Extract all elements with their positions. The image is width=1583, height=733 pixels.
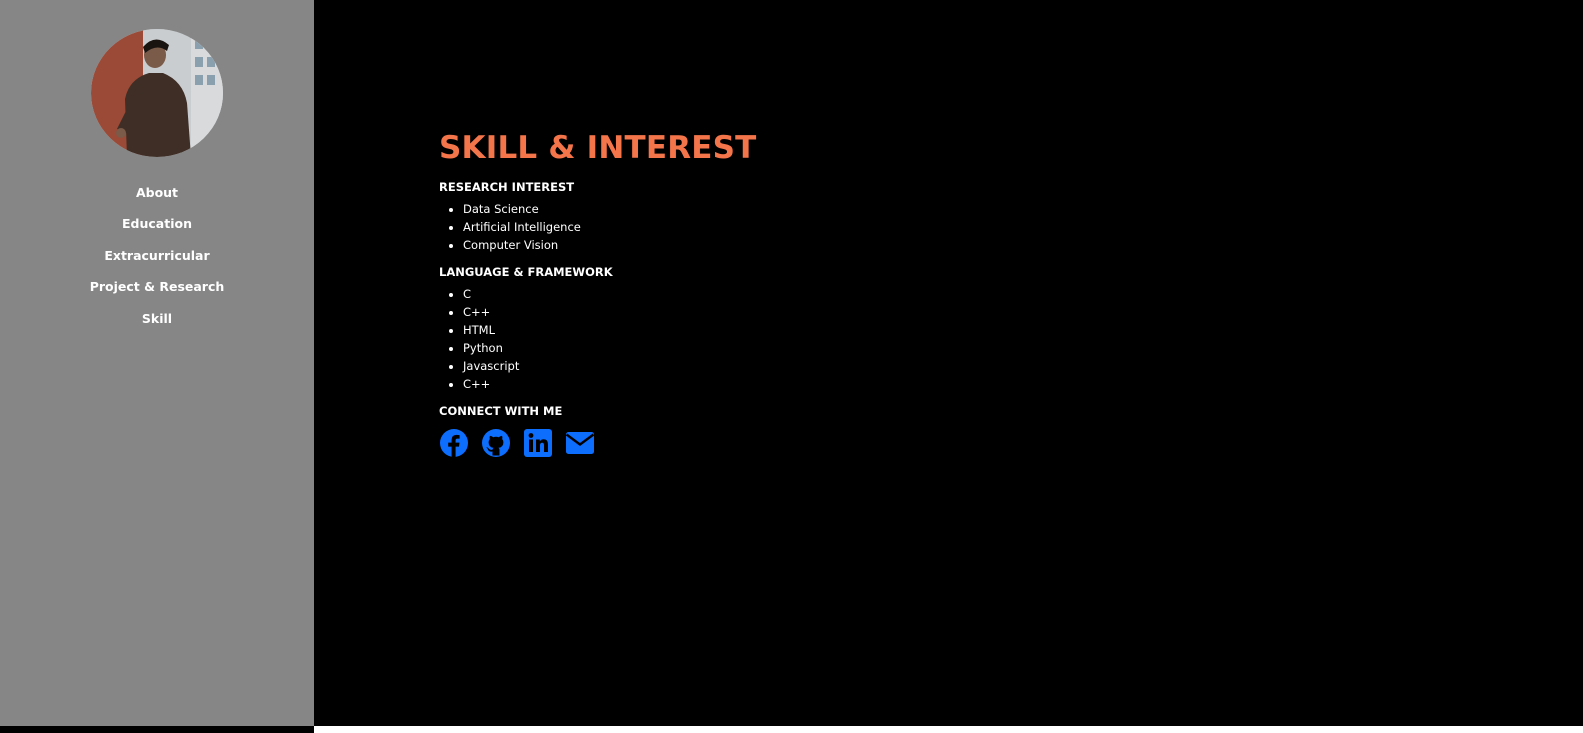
linkedin-icon	[524, 429, 552, 457]
page: About Education Extracurricular Project …	[0, 0, 1583, 733]
email-link[interactable]	[565, 428, 595, 458]
nav-item-education: Education	[0, 215, 314, 246]
github-icon	[482, 429, 510, 457]
list-item: HTML	[463, 321, 757, 339]
nav-item-project-research: Project & Research	[0, 278, 314, 309]
language-heading: LANGUAGE & FRAMEWORK	[439, 265, 613, 279]
list-item: Javascript	[463, 357, 757, 375]
list-item: C	[463, 285, 757, 303]
nav-link-extracurricular[interactable]: Extracurricular	[104, 247, 209, 265]
list-item: Artificial Intelligence	[463, 218, 757, 236]
linkedin-link[interactable]	[523, 428, 553, 458]
main-content: SKILL & INTEREST RESEARCH INTEREST Data …	[314, 0, 1583, 733]
sidebar: About Education Extracurricular Project …	[0, 0, 314, 726]
list-item: Data Science	[463, 200, 757, 218]
facebook-link[interactable]	[439, 428, 469, 458]
list-item: Python	[463, 339, 757, 357]
list-item: C++	[463, 375, 757, 393]
nav-link-project-research[interactable]: Project & Research	[90, 278, 225, 296]
nav-link-skill[interactable]: Skill	[142, 310, 172, 328]
nav-item-about: About	[0, 184, 314, 215]
email-icon	[565, 432, 595, 454]
avatar	[91, 29, 223, 157]
language-list: C C++ HTML Python Javascript C++	[439, 285, 757, 393]
research-heading: RESEARCH INTEREST	[439, 180, 575, 194]
research-list: Data Science Artificial Intelligence Com…	[439, 200, 757, 254]
nav-link-about[interactable]: About	[136, 184, 178, 202]
facebook-icon	[440, 429, 468, 457]
nav-link-education[interactable]: Education	[122, 215, 192, 233]
list-item: C++	[463, 303, 757, 321]
list-item: Computer Vision	[463, 236, 757, 254]
connect-heading: CONNECT WITH ME	[439, 404, 563, 418]
github-link[interactable]	[481, 428, 511, 458]
nav-item-extracurricular: Extracurricular	[0, 247, 314, 278]
social-links	[439, 428, 757, 458]
page-title: SKILL & INTEREST	[439, 130, 757, 166]
nav-item-skill: Skill	[0, 310, 314, 341]
avatar-photo	[91, 29, 223, 157]
sidebar-nav: About Education Extracurricular Project …	[0, 184, 314, 341]
skill-section: SKILL & INTEREST RESEARCH INTEREST Data …	[439, 128, 757, 458]
